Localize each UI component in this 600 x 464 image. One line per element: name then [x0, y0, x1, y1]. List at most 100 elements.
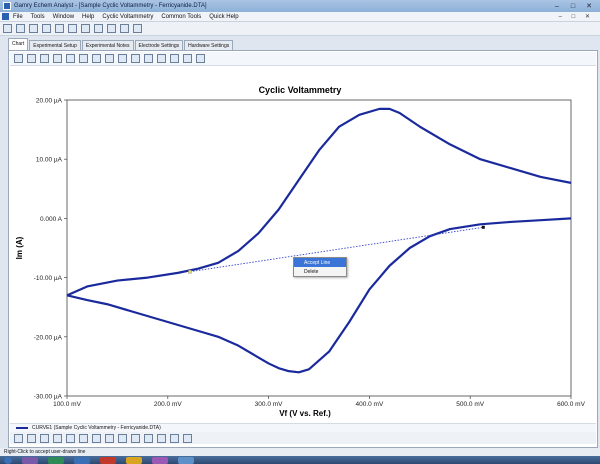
x-tick-label: 100.0 mV [53, 401, 81, 408]
chart-legend: CURVE1 (Sample Cyclic Voltammetry - Ferr… [10, 423, 596, 432]
mdi-window-controls[interactable]: – □ ✕ [559, 13, 594, 20]
menu-help[interactable]: Help [82, 14, 94, 20]
arrow-icon[interactable] [79, 433, 88, 443]
group-icon[interactable] [144, 433, 153, 443]
magnify-icon[interactable] [157, 54, 166, 63]
y-tick-label: 10.00 µA [36, 157, 63, 164]
start-icon[interactable] [4, 456, 12, 464]
chart-toolbar [10, 52, 596, 66]
menu-window[interactable]: Window [53, 14, 74, 20]
line-handle-end[interactable] [481, 225, 485, 229]
legend-swatch [16, 427, 28, 429]
export-icon[interactable] [55, 24, 64, 33]
layout-2-icon[interactable] [79, 54, 88, 63]
menu-item-delete[interactable]: Delete [294, 267, 346, 276]
chart-title: Cyclic Voltammetry [259, 85, 342, 95]
copy-icon[interactable] [42, 24, 51, 33]
taskbar-app-icon[interactable] [74, 456, 90, 464]
layout-3-icon[interactable] [92, 54, 101, 63]
y-tick-label: 20.00 µA [36, 98, 63, 105]
minimize-button[interactable]: – [552, 2, 562, 10]
title-bar: Gamry Echem Analyst - [Sample Cyclic Vol… [0, 0, 600, 12]
tab-experimental-setup[interactable]: Experimental Setup [29, 40, 81, 50]
fill-color-icon[interactable] [92, 433, 101, 443]
series-group [66, 107, 572, 374]
align-center-icon[interactable] [131, 433, 140, 443]
tab-hardware-settings[interactable]: Hardware Settings [184, 40, 234, 50]
fit-icon[interactable] [183, 54, 192, 63]
plot-style-icon[interactable] [40, 54, 49, 63]
align-left-icon[interactable] [118, 433, 127, 443]
y-axis: 20.00 µA 10.00 µA 0.000 A -10.00 µA -20.00 µ… [34, 98, 67, 401]
x-axis: 100.0 mV 200.0 mV 300.0 mV 400.0 mV 500.0 mV… [53, 396, 586, 408]
send-back-icon[interactable] [183, 433, 192, 443]
status-bar: Right-Click to accept user-drawn line [0, 448, 600, 456]
save-icon[interactable] [16, 24, 25, 33]
print-icon[interactable] [118, 54, 127, 63]
x-tick-label: 200.0 mV [154, 401, 182, 408]
cascade-icon[interactable] [81, 24, 90, 33]
tab-experimental-notes[interactable]: Experimental Notes [81, 40, 134, 50]
taskbar-app-icon[interactable] [48, 456, 64, 464]
cursor-icon[interactable] [53, 54, 62, 63]
bring-front-icon[interactable] [170, 433, 179, 443]
pan-icon[interactable] [170, 54, 179, 63]
chart-icon[interactable] [29, 24, 38, 33]
y-tick-label: -30.00 µA [34, 394, 63, 401]
taskbar-app-icon[interactable] [22, 456, 38, 464]
x-tick-label: 400.0 mV [355, 401, 383, 408]
tab-chart[interactable]: Chart [8, 38, 29, 50]
cv-chart[interactable]: Cyclic Voltammetry 20.00 µA 10.00 µA 0.000… [10, 70, 596, 422]
grid-icon[interactable] [94, 24, 103, 33]
ungroup-icon[interactable] [157, 433, 166, 443]
axis-icon[interactable] [27, 54, 36, 63]
help-icon[interactable] [120, 24, 129, 33]
layout-1-icon[interactable] [66, 54, 75, 63]
chart-area[interactable]: Cyclic Voltammetry 20.00 µA 10.00 µA 0.000… [10, 70, 596, 422]
hammer-icon[interactable] [196, 54, 205, 63]
taskbar [0, 456, 600, 464]
open-icon[interactable] [3, 24, 12, 33]
cv-curve [66, 217, 572, 374]
refresh-icon[interactable] [133, 24, 142, 33]
pointer-icon[interactable] [14, 433, 23, 443]
menu-tools[interactable]: Tools [31, 14, 45, 20]
menu-common-tools[interactable]: Common Tools [161, 14, 201, 20]
tab-strip: Chart Experimental Setup Experimental No… [8, 38, 234, 50]
close-button[interactable]: ✕ [584, 2, 594, 10]
rectangle-icon[interactable] [27, 433, 36, 443]
y-axis-label: Im (A) [15, 236, 24, 259]
menu-bar: File Tools Window Help Cyclic Voltammetr… [0, 12, 600, 22]
maximize-button[interactable]: □ [568, 2, 578, 10]
taskbar-app-icon[interactable] [152, 456, 168, 464]
y-tick-label: -10.00 µA [34, 275, 63, 282]
taskbar-app-icon[interactable] [126, 456, 142, 464]
x-tick-label: 500.0 mV [456, 401, 484, 408]
taskbar-app-icon[interactable] [100, 456, 116, 464]
drawing-toolbar [10, 432, 596, 444]
zoom-in-icon[interactable] [131, 54, 140, 63]
plot-frame [66, 99, 572, 397]
menu-cyclic-voltammetry[interactable]: Cyclic Voltammetry [102, 14, 153, 20]
tab-electrode-settings[interactable]: Electrode Settings [134, 40, 184, 50]
copy-chart-icon[interactable] [14, 54, 23, 63]
line-color-icon[interactable] [105, 433, 114, 443]
document-icon[interactable] [2, 13, 9, 20]
window-title: Gamry Echem Analyst - [Sample Cyclic Vol… [14, 3, 207, 9]
menu-quick-help[interactable]: Quick Help [209, 14, 238, 20]
tile-icon[interactable] [68, 24, 77, 33]
app-icon [3, 2, 11, 10]
layout-4-icon[interactable] [105, 54, 114, 63]
main-toolbar [0, 22, 600, 36]
x-axis-label: Vf (V vs. Ref.) [279, 409, 331, 418]
zoom-out-icon[interactable] [144, 54, 153, 63]
undo-icon[interactable] [107, 24, 116, 33]
ellipse-icon[interactable] [40, 433, 49, 443]
menu-file[interactable]: File [13, 14, 23, 20]
legend-label: CURVE1 (Sample Cyclic Voltammetry - Ferr… [32, 425, 161, 431]
line-icon[interactable] [53, 433, 62, 443]
line-handle-start[interactable] [188, 269, 192, 274]
menu-item-accept-line[interactable]: Accept Line [294, 258, 346, 267]
text-icon[interactable] [66, 433, 75, 443]
taskbar-app-icon[interactable] [178, 456, 194, 464]
